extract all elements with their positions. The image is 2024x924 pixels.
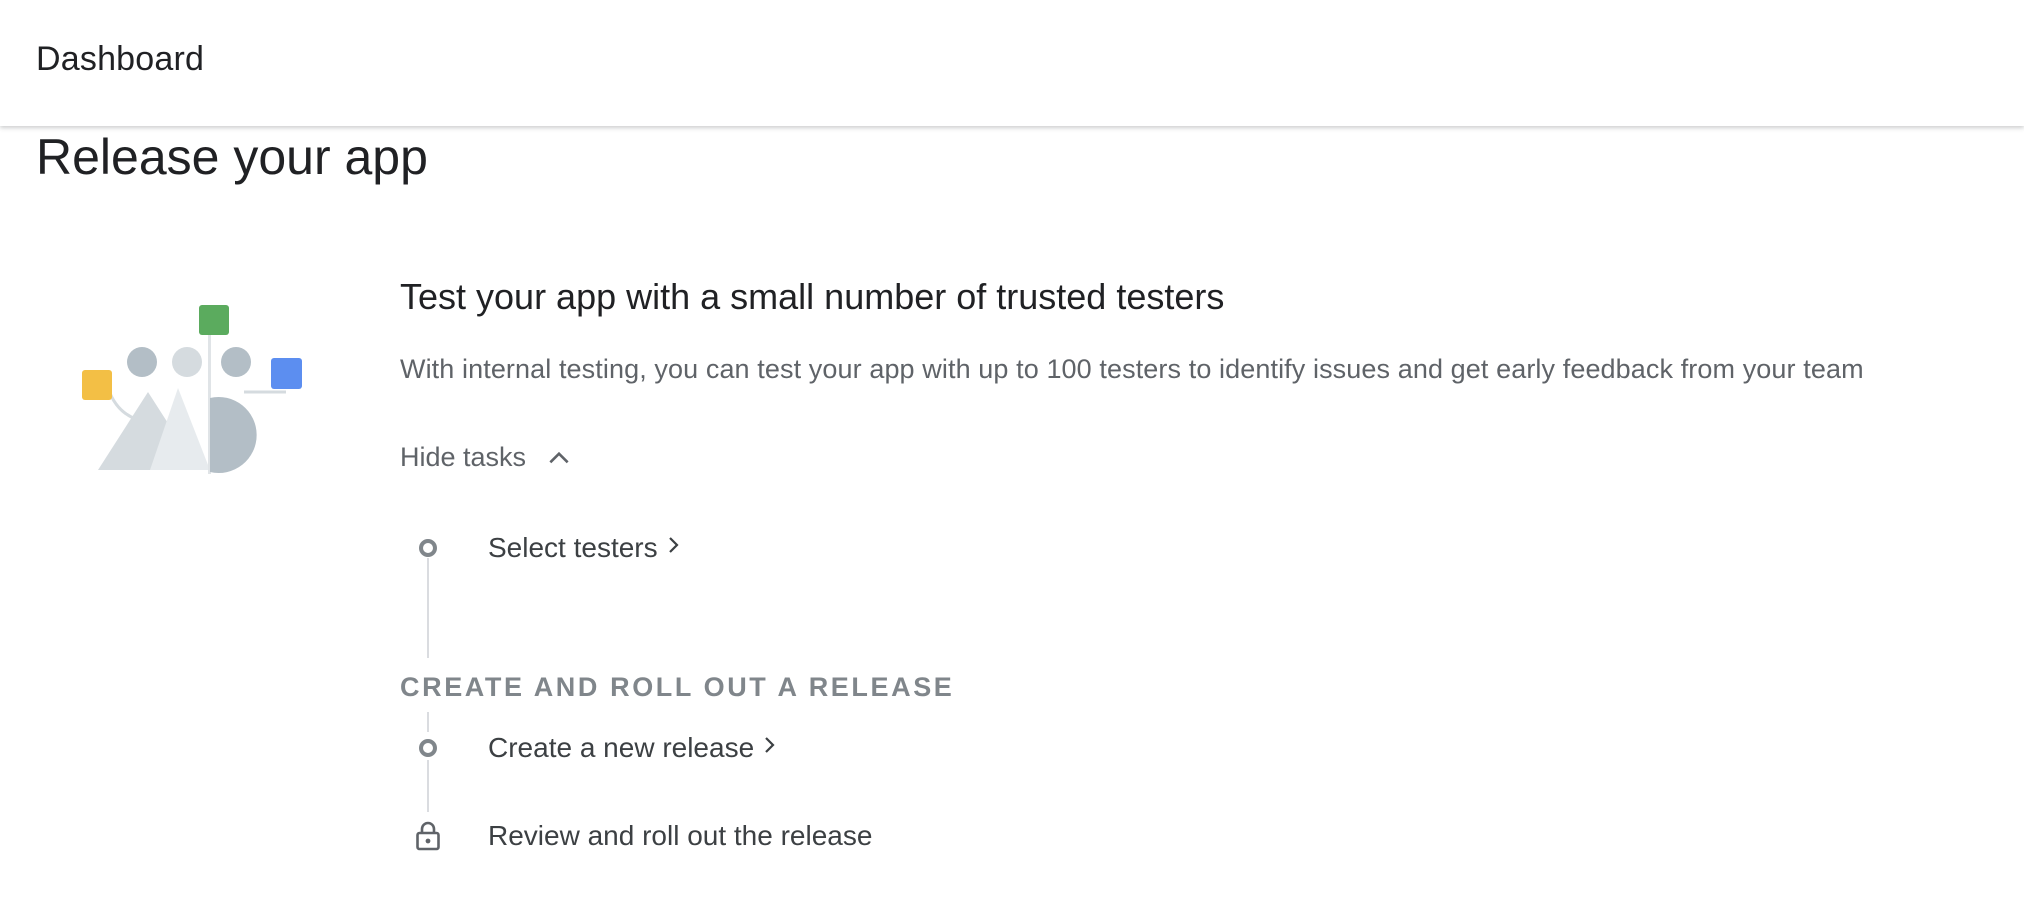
task-review-release: Review and roll out the release (400, 816, 872, 856)
select-testers-link[interactable]: Select testers (488, 532, 684, 565)
illustration-head-two-shape (172, 347, 202, 377)
task-select-testers: Select testers (400, 528, 684, 568)
chevron-right-icon (664, 532, 684, 565)
section-label-create-release: CREATE AND ROLL OUT A RELEASE (400, 672, 955, 702)
chevron-right-icon (760, 732, 780, 765)
select-testers-label: Select testers (488, 532, 658, 563)
illustration-head-one-shape (127, 347, 157, 377)
illustration-yellow-square (82, 370, 112, 400)
hide-tasks-button[interactable]: Hide tasks (400, 442, 572, 473)
lock-icon (408, 816, 448, 856)
hide-tasks-label: Hide tasks (400, 442, 527, 472)
illustration-blue-square (271, 358, 302, 389)
card-heading: Test your app with a small number of tru… (400, 276, 1225, 317)
create-release-link[interactable]: Create a new release (488, 732, 780, 765)
circle-outline-icon (408, 728, 448, 768)
circle-outline-icon (408, 528, 448, 568)
card-description: With internal testing, you can test your… (400, 354, 1864, 384)
testers-illustration (78, 300, 308, 480)
review-release-label: Review and roll out the release (488, 820, 873, 851)
task-connector-line (427, 558, 429, 658)
testers-illustration-graphic (82, 305, 302, 474)
illustration-green-square (199, 305, 229, 335)
illustration-head-three-shape (221, 347, 251, 377)
page-title: Release your app (36, 129, 428, 185)
task-create-release: Create a new release (400, 728, 780, 768)
top-app-bar: Dashboard (0, 0, 2024, 126)
illustration-semicircle-shape (210, 397, 257, 473)
create-release-label: Create a new release (488, 732, 755, 763)
app-bar-title: Dashboard (36, 40, 205, 78)
chevron-up-icon (546, 445, 572, 471)
